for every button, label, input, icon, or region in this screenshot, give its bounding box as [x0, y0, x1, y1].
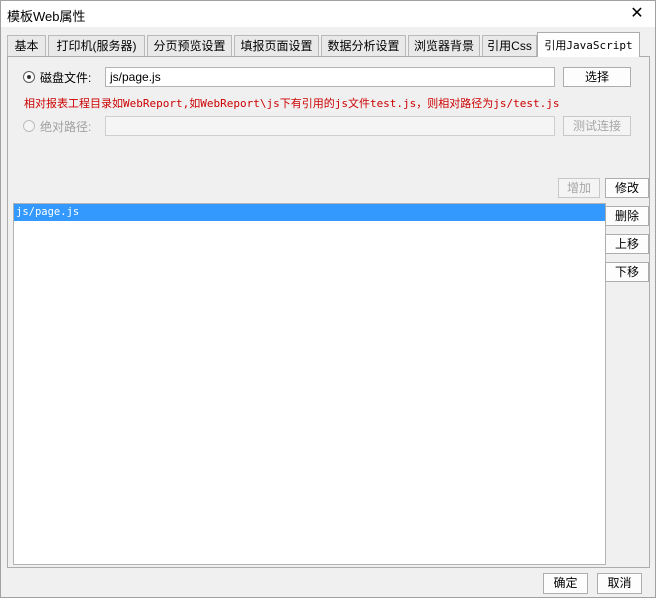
title-bar: 模板Web属性 ✕: [1, 1, 655, 27]
disk-file-input[interactable]: js/page.js: [105, 67, 555, 87]
tab-page-preview[interactable]: 分页预览设置: [147, 35, 232, 56]
window-title: 模板Web属性: [7, 9, 86, 24]
move-up-button[interactable]: 上移: [605, 234, 649, 254]
test-connection-button[interactable]: 测试连接: [563, 116, 631, 136]
add-button[interactable]: 增加: [558, 178, 600, 198]
tab-fill-page[interactable]: 填报页面设置: [234, 35, 319, 56]
move-down-button[interactable]: 下移: [605, 262, 649, 282]
absolute-path-radio[interactable]: [23, 120, 35, 132]
tab-printer[interactable]: 打印机(服务器): [48, 35, 145, 56]
delete-button[interactable]: 删除: [605, 206, 649, 226]
absolute-path-label: 绝对路径:: [40, 120, 92, 134]
list-item[interactable]: js/page.js: [14, 204, 605, 221]
tab-basic[interactable]: 基本: [7, 35, 46, 56]
tab-browser-background[interactable]: 浏览器背景: [408, 35, 480, 56]
disk-file-label: 磁盘文件:: [40, 71, 92, 85]
modify-button[interactable]: 修改: [605, 178, 649, 198]
tab-css[interactable]: 引用Css: [482, 35, 537, 56]
choose-button[interactable]: 选择: [563, 67, 631, 87]
js-file-list[interactable]: js/page.js: [13, 203, 606, 565]
close-icon[interactable]: ✕: [627, 4, 647, 24]
javascript-panel: 磁盘文件: js/page.js 选择 相对报表工程目录如WebReport,如…: [7, 56, 650, 568]
disk-file-radio[interactable]: [23, 71, 35, 83]
path-hint: 相对报表工程目录如WebReport,如WebReport\js下有引用的js文…: [24, 97, 560, 110]
tab-javascript[interactable]: 引用JavaScript: [537, 32, 640, 57]
cancel-button[interactable]: 取消: [597, 573, 642, 594]
ok-button[interactable]: 确定: [543, 573, 588, 594]
dialog-window: 模板Web属性 ✕ 基本 打印机(服务器) 分页预览设置 填报页面设置 数据分析…: [0, 0, 656, 598]
absolute-path-input[interactable]: [105, 116, 555, 136]
tab-data-analysis[interactable]: 数据分析设置: [321, 35, 406, 56]
